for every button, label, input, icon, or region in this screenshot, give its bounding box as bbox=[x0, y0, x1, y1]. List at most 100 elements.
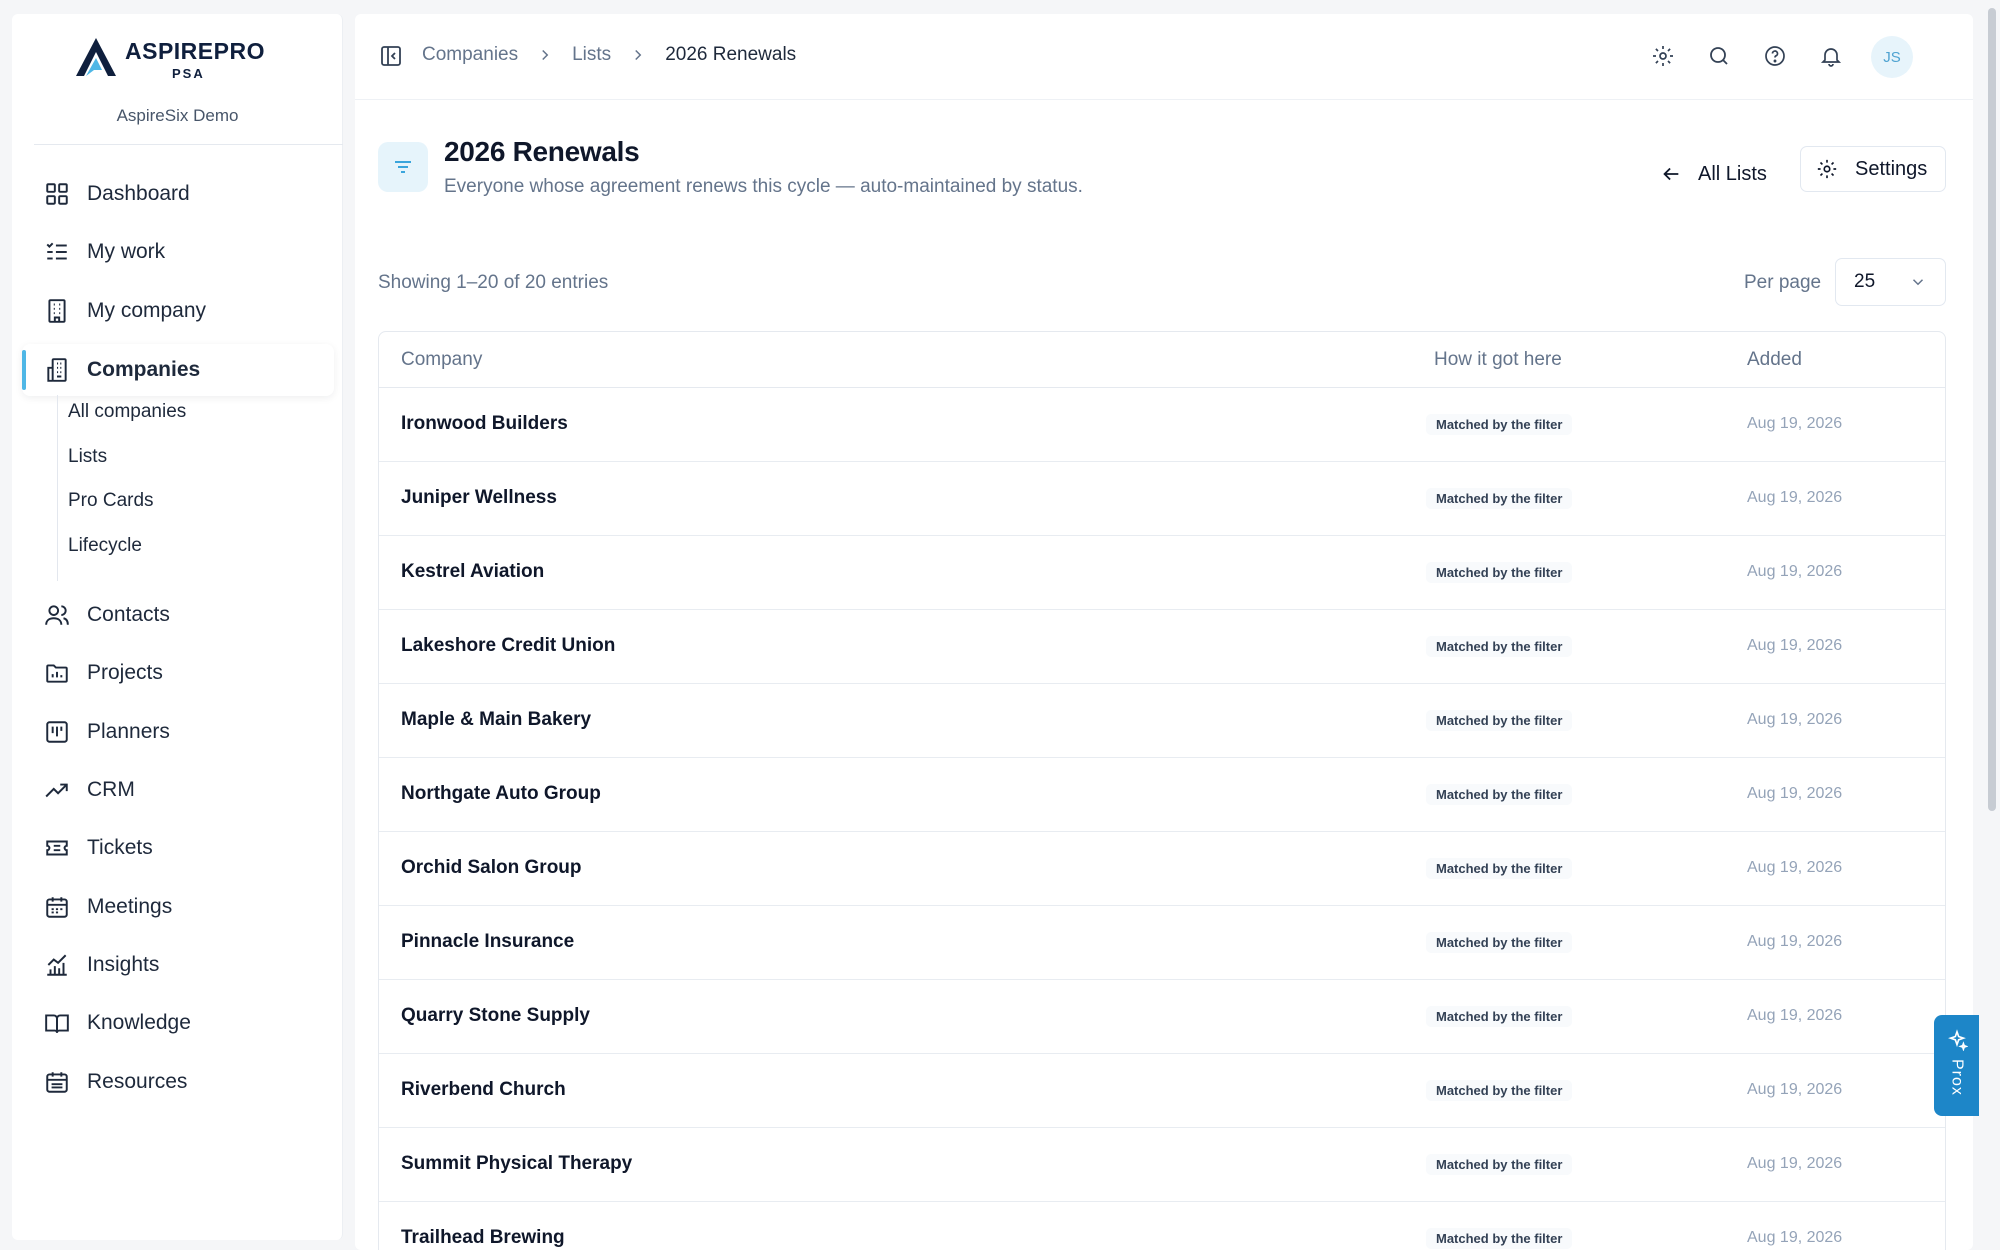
column-header-company[interactable]: Company bbox=[401, 349, 482, 371]
per-page-label: Per page bbox=[1744, 272, 1822, 293]
company-name[interactable]: Summit Physical Therapy bbox=[401, 1153, 632, 1175]
page-title: 2026 Renewals bbox=[444, 136, 640, 167]
sidebar-item-meetings[interactable]: Meetings bbox=[22, 881, 334, 933]
divider bbox=[34, 144, 343, 145]
chevron-down-icon bbox=[1909, 273, 1927, 291]
sidebar-item-tickets[interactable]: Tickets bbox=[22, 822, 334, 874]
sidebar-item-label: Contacts bbox=[87, 603, 170, 626]
company-name[interactable]: Riverbend Church bbox=[401, 1079, 566, 1101]
companies-table: Company How it got here Added Ironwood B… bbox=[378, 331, 1946, 1250]
sidebar-item-projects[interactable]: Projects bbox=[22, 647, 334, 699]
arrow-left-icon bbox=[1660, 163, 1682, 185]
sidebar-item-planners[interactable]: Planners bbox=[22, 706, 334, 758]
table-row[interactable]: Trailhead Brewing Matched by the filter Au… bbox=[379, 1202, 1945, 1250]
filter-list-icon bbox=[378, 142, 428, 192]
prox-assistant-tab[interactable]: Prox bbox=[1934, 1015, 1979, 1116]
sidebar-item-label: Tickets bbox=[87, 836, 153, 859]
sidebar-item-label: Insights bbox=[87, 953, 160, 976]
tenant-name[interactable]: AspireSix Demo bbox=[12, 106, 343, 126]
table-row[interactable]: Quarry Stone Supply Matched by the filter… bbox=[379, 980, 1945, 1054]
table-row[interactable]: Riverbend Church Matched by the filter Aug… bbox=[379, 1054, 1945, 1128]
source-badge: Matched by the filter bbox=[1426, 488, 1573, 509]
breadcrumb-companies[interactable]: Companies bbox=[422, 44, 518, 66]
company-name[interactable]: Lakeshore Credit Union bbox=[401, 635, 615, 657]
entries-summary: Showing 1–20 of 20 entries bbox=[378, 272, 609, 293]
breadcrumb-lists[interactable]: Lists bbox=[572, 44, 611, 66]
sidebar-item-my-company[interactable]: My company bbox=[22, 285, 334, 337]
checklist-icon bbox=[44, 239, 70, 265]
company-name[interactable]: Pinnacle Insurance bbox=[401, 931, 574, 953]
sidebar-item-knowledge[interactable]: Knowledge bbox=[22, 997, 334, 1049]
company-name[interactable]: Northgate Auto Group bbox=[401, 783, 601, 805]
table-row[interactable]: Orchid Salon Group Matched by the filter A… bbox=[379, 832, 1945, 906]
sidebar-item-label: Knowledge bbox=[87, 1011, 191, 1034]
avatar[interactable]: JS bbox=[1871, 36, 1913, 78]
company-name[interactable]: Ironwood Builders bbox=[401, 413, 568, 435]
all-lists-label: All Lists bbox=[1698, 162, 1767, 185]
table-row[interactable]: Kestrel Aviation Matched by the filter Aug… bbox=[379, 536, 1945, 610]
source-badge: Matched by the filter bbox=[1426, 1154, 1573, 1175]
table-row[interactable]: Pinnacle Insurance Matched by the filter A… bbox=[379, 906, 1945, 980]
breadcrumb: Companies Lists 2026 Renewals bbox=[422, 44, 796, 66]
book-open-icon bbox=[44, 1010, 70, 1036]
sidebar-item-my-work[interactable]: My work bbox=[22, 226, 334, 278]
company-name[interactable]: Trailhead Brewing bbox=[401, 1227, 565, 1249]
submenu-item-lifecycle[interactable]: Lifecycle bbox=[68, 535, 142, 557]
sidebar-item-crm[interactable]: CRM bbox=[22, 764, 334, 816]
brand-header: ASPIREPRO PSA AspireSix Demo bbox=[12, 14, 343, 159]
users-icon bbox=[44, 602, 70, 628]
added-date: Aug 19, 2026 bbox=[1747, 1007, 1843, 1024]
added-date: Aug 19, 2026 bbox=[1747, 711, 1843, 728]
added-date: Aug 19, 2026 bbox=[1747, 489, 1843, 506]
added-date: Aug 19, 2026 bbox=[1747, 1229, 1843, 1246]
table-row[interactable]: Maple & Main Bakery Matched by the filter… bbox=[379, 684, 1945, 758]
settings-icon[interactable] bbox=[1651, 44, 1677, 70]
source-badge: Matched by the filter bbox=[1426, 710, 1573, 731]
table-row[interactable]: Summit Physical Therapy Matched by the fi… bbox=[379, 1128, 1945, 1202]
table-row[interactable]: Lakeshore Credit Union Matched by the fil… bbox=[379, 610, 1945, 684]
sidebar-item-insights[interactable]: Insights bbox=[22, 939, 334, 991]
submenu-item-lists[interactable]: Lists bbox=[68, 446, 107, 468]
top-bar: Companies Lists 2026 Renewals JS bbox=[355, 14, 1973, 100]
bar-chart-icon bbox=[44, 952, 70, 978]
chevron-right-icon bbox=[629, 46, 647, 64]
company-name[interactable]: Quarry Stone Supply bbox=[401, 1005, 590, 1027]
source-badge: Matched by the filter bbox=[1426, 858, 1573, 879]
company-name[interactable]: Juniper Wellness bbox=[401, 487, 557, 509]
help-icon[interactable] bbox=[1763, 44, 1789, 70]
submenu-item-pro-cards[interactable]: Pro Cards bbox=[68, 490, 154, 512]
logo-subtext: PSA bbox=[172, 66, 205, 81]
submenu-item-all-companies[interactable]: All companies bbox=[68, 401, 186, 423]
all-lists-button[interactable]: All Lists bbox=[1660, 154, 1767, 194]
column-header-how[interactable]: How it got here bbox=[1434, 349, 1562, 371]
table-row[interactable]: Northgate Auto Group Matched by the filte… bbox=[379, 758, 1945, 832]
sidebar-item-companies[interactable]: Companies bbox=[22, 344, 334, 396]
sidebar-item-contacts[interactable]: Contacts bbox=[22, 589, 334, 641]
per-page-select[interactable]: 25 bbox=[1835, 258, 1946, 306]
added-date: Aug 19, 2026 bbox=[1747, 563, 1843, 580]
calendar-icon bbox=[44, 894, 70, 920]
column-header-added[interactable]: Added bbox=[1747, 349, 1802, 371]
table-row[interactable]: Ironwood Builders Matched by the filter Au… bbox=[379, 388, 1945, 462]
trending-up-icon bbox=[44, 777, 70, 803]
dashboard-grid-icon bbox=[44, 181, 70, 207]
sidebar-item-label: Dashboard bbox=[87, 182, 190, 205]
bell-icon[interactable] bbox=[1819, 44, 1845, 70]
search-icon[interactable] bbox=[1707, 44, 1733, 70]
sidebar-toggle-icon[interactable] bbox=[379, 44, 403, 68]
sidebar-item-resources[interactable]: Resources bbox=[22, 1056, 334, 1108]
sidebar-item-dashboard[interactable]: Dashboard bbox=[22, 168, 334, 220]
settings-label: Settings bbox=[1855, 157, 1928, 180]
added-date: Aug 19, 2026 bbox=[1747, 933, 1843, 950]
sidebar-item-label: My work bbox=[87, 240, 166, 263]
kanban-icon bbox=[44, 719, 70, 745]
table-row[interactable]: Juniper Wellness Matched by the filter Aug… bbox=[379, 462, 1945, 536]
submenu-guide-line bbox=[57, 395, 58, 581]
company-name[interactable]: Maple & Main Bakery bbox=[401, 709, 591, 731]
company-name[interactable]: Kestrel Aviation bbox=[401, 561, 544, 583]
logo-text: ASPIREPRO bbox=[125, 38, 265, 64]
company-name[interactable]: Orchid Salon Group bbox=[401, 857, 582, 879]
list-settings-button[interactable]: Settings bbox=[1800, 146, 1946, 192]
aspirepro-logo-icon bbox=[76, 38, 116, 76]
scrollbar-thumb[interactable] bbox=[1988, 8, 1996, 811]
